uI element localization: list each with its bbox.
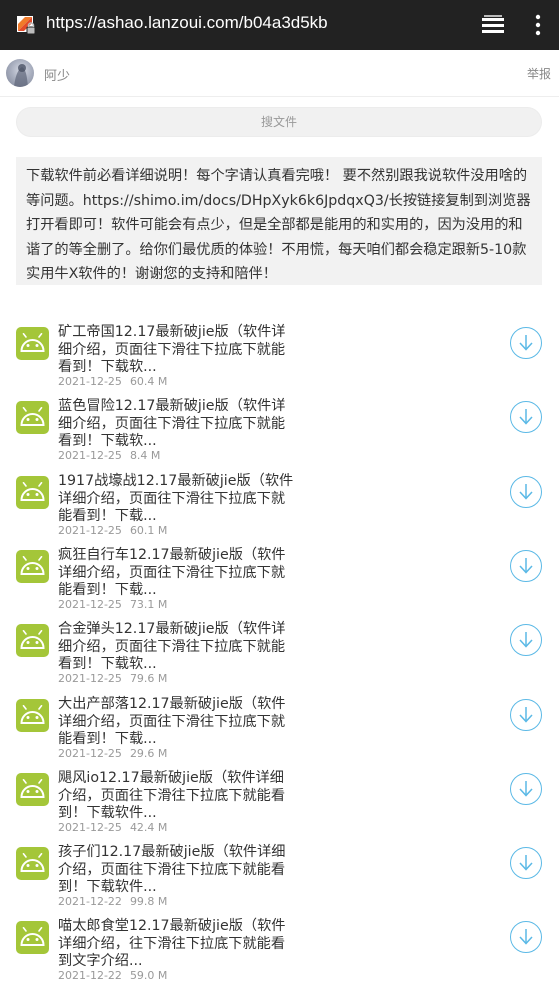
file-name[interactable]: 大出产部落12.17最新破jie版（软件详细介绍，页面往下滑往下拉底下就能看到！… xyxy=(58,696,294,749)
file-name[interactable]: 蓝色冒险12.17最新破jie版（软件详细介绍，页面往下滑往下拉底下就能看到！下… xyxy=(58,398,294,451)
file-name[interactable]: 疯狂自行车12.17最新破jie版（软件详细介绍，页面往下滑往下拉底下就能看到！… xyxy=(58,547,294,600)
file-date: 2021-12-25 xyxy=(58,524,122,537)
file-name[interactable]: 矿工帝国12.17最新破jie版（软件详细介绍，页面往下滑往下拉底下就能看到！下… xyxy=(58,324,294,377)
file-item[interactable]: 1917战壕战12.17最新破jie版（软件详细介绍，页面往下滑往下拉底下就能看… xyxy=(0,468,559,542)
file-date: 2021-12-25 xyxy=(58,449,122,462)
file-name[interactable]: 飓风io12.17最新破jie版（软件详细介绍，页面往下滑往下拉底下就能看到！下… xyxy=(58,770,294,823)
file-size: 79.6 M xyxy=(129,672,168,685)
file-item[interactable]: 飓风io12.17最新破jie版（软件详细介绍，页面往下滑往下拉底下就能看到！下… xyxy=(0,765,559,839)
download-icon[interactable] xyxy=(510,401,542,433)
file-item[interactable]: 矿工帝国12.17最新破jie版（软件详细介绍，页面往下滑往下拉底下就能看到！下… xyxy=(0,319,559,393)
file-size: 29.6 M xyxy=(129,747,168,760)
download-icon[interactable] xyxy=(510,847,542,879)
file-date: 2021-12-25 xyxy=(58,821,122,834)
download-icon[interactable] xyxy=(510,921,542,953)
username[interactable]: 阿少 xyxy=(44,65,70,84)
file-meta: 2021-12-25 79.6 M xyxy=(58,672,167,685)
android-app-icon xyxy=(16,921,49,954)
android-app-icon xyxy=(16,773,49,806)
android-app-icon xyxy=(16,476,49,509)
android-app-icon xyxy=(16,699,49,732)
file-size: 42.4 M xyxy=(129,821,168,834)
file-size: 60.1 M xyxy=(129,524,168,537)
user-header: 阿少 举报 xyxy=(0,50,559,97)
site-icon xyxy=(17,16,36,35)
browser-url-bar: https://ashao.lanzoui.com/b04a3d5kb xyxy=(0,0,559,50)
file-date: 2021-12-25 xyxy=(58,672,122,685)
download-icon[interactable] xyxy=(510,699,542,731)
file-meta: 2021-12-25 42.4 M xyxy=(58,821,167,834)
download-icon[interactable] xyxy=(510,624,542,656)
file-meta: 2021-12-25 60.4 M xyxy=(58,375,167,388)
file-date: 2021-12-25 xyxy=(58,375,122,388)
android-app-icon xyxy=(16,327,49,360)
avatar-figure-icon xyxy=(14,64,28,87)
file-item[interactable]: 蓝色冒险12.17最新破jie版（软件详细介绍，页面往下滑往下拉底下就能看到！下… xyxy=(0,393,559,467)
file-item[interactable]: 大出产部落12.17最新破jie版（软件详细介绍，页面往下滑往下拉底下就能看到！… xyxy=(0,691,559,765)
file-date: 2021-12-22 xyxy=(58,895,122,908)
file-size: 60.4 M xyxy=(129,375,168,388)
android-app-icon xyxy=(16,624,49,657)
file-item[interactable]: 疯狂自行车12.17最新破jie版（软件详细介绍，页面往下滑往下拉底下就能看到！… xyxy=(0,542,559,616)
file-item[interactable]: 合金弹头12.17最新破jie版（软件详细介绍，页面往下滑往下拉底下就能看到！下… xyxy=(0,616,559,690)
file-name[interactable]: 合金弹头12.17最新破jie版（软件详细介绍，页面往下滑往下拉底下就能看到！下… xyxy=(58,621,294,674)
download-icon[interactable] xyxy=(510,327,542,359)
file-name[interactable]: 喵太郎食堂12.17最新破jie版（软件详细介绍，往下滑往下拉底下就能看到文字介… xyxy=(58,918,294,971)
android-app-icon xyxy=(16,550,49,583)
file-meta: 2021-12-25 60.1 M xyxy=(58,524,167,537)
url-text[interactable]: https://ashao.lanzoui.com/b04a3d5kb xyxy=(46,13,328,33)
file-meta: 2021-12-25 73.1 M xyxy=(58,598,167,611)
file-meta: 2021-12-22 99.8 M xyxy=(58,895,167,908)
download-icon[interactable] xyxy=(510,550,542,582)
avatar[interactable] xyxy=(6,59,34,87)
file-size: 73.1 M xyxy=(129,598,168,611)
file-date: 2021-12-25 xyxy=(58,747,122,760)
search-files-button[interactable]: 搜文件 xyxy=(16,107,542,137)
file-size: 99.8 M xyxy=(129,895,168,908)
file-name[interactable]: 1917战壕战12.17最新破jie版（软件详细介绍，页面往下滑往下拉底下就能看… xyxy=(58,473,294,526)
report-link[interactable]: 举报 xyxy=(527,65,551,82)
file-size: 8.4 M xyxy=(129,449,161,462)
folder-description: 下载软件前必看详细说明！每个字请认真看完哦！ 要不然别跟我说软件没用啥的等问题。… xyxy=(16,157,542,285)
file-name[interactable]: 孩子们12.17最新破jie版（软件详细介绍，页面往下滑往下拉底下就能看到！下载… xyxy=(58,844,294,897)
file-item[interactable]: 孩子们12.17最新破jie版（软件详细介绍，页面往下滑往下拉底下就能看到！下载… xyxy=(0,839,559,913)
file-meta: 2021-12-25 29.6 M xyxy=(58,747,167,760)
android-app-icon xyxy=(16,847,49,880)
more-vert-icon[interactable] xyxy=(534,14,542,36)
tabs-icon[interactable] xyxy=(482,15,504,35)
download-icon[interactable] xyxy=(510,476,542,508)
file-meta: 2021-12-25 8.4 M xyxy=(58,449,160,462)
file-date: 2021-12-25 xyxy=(58,598,122,611)
android-app-icon xyxy=(16,401,49,434)
download-icon[interactable] xyxy=(510,773,542,805)
